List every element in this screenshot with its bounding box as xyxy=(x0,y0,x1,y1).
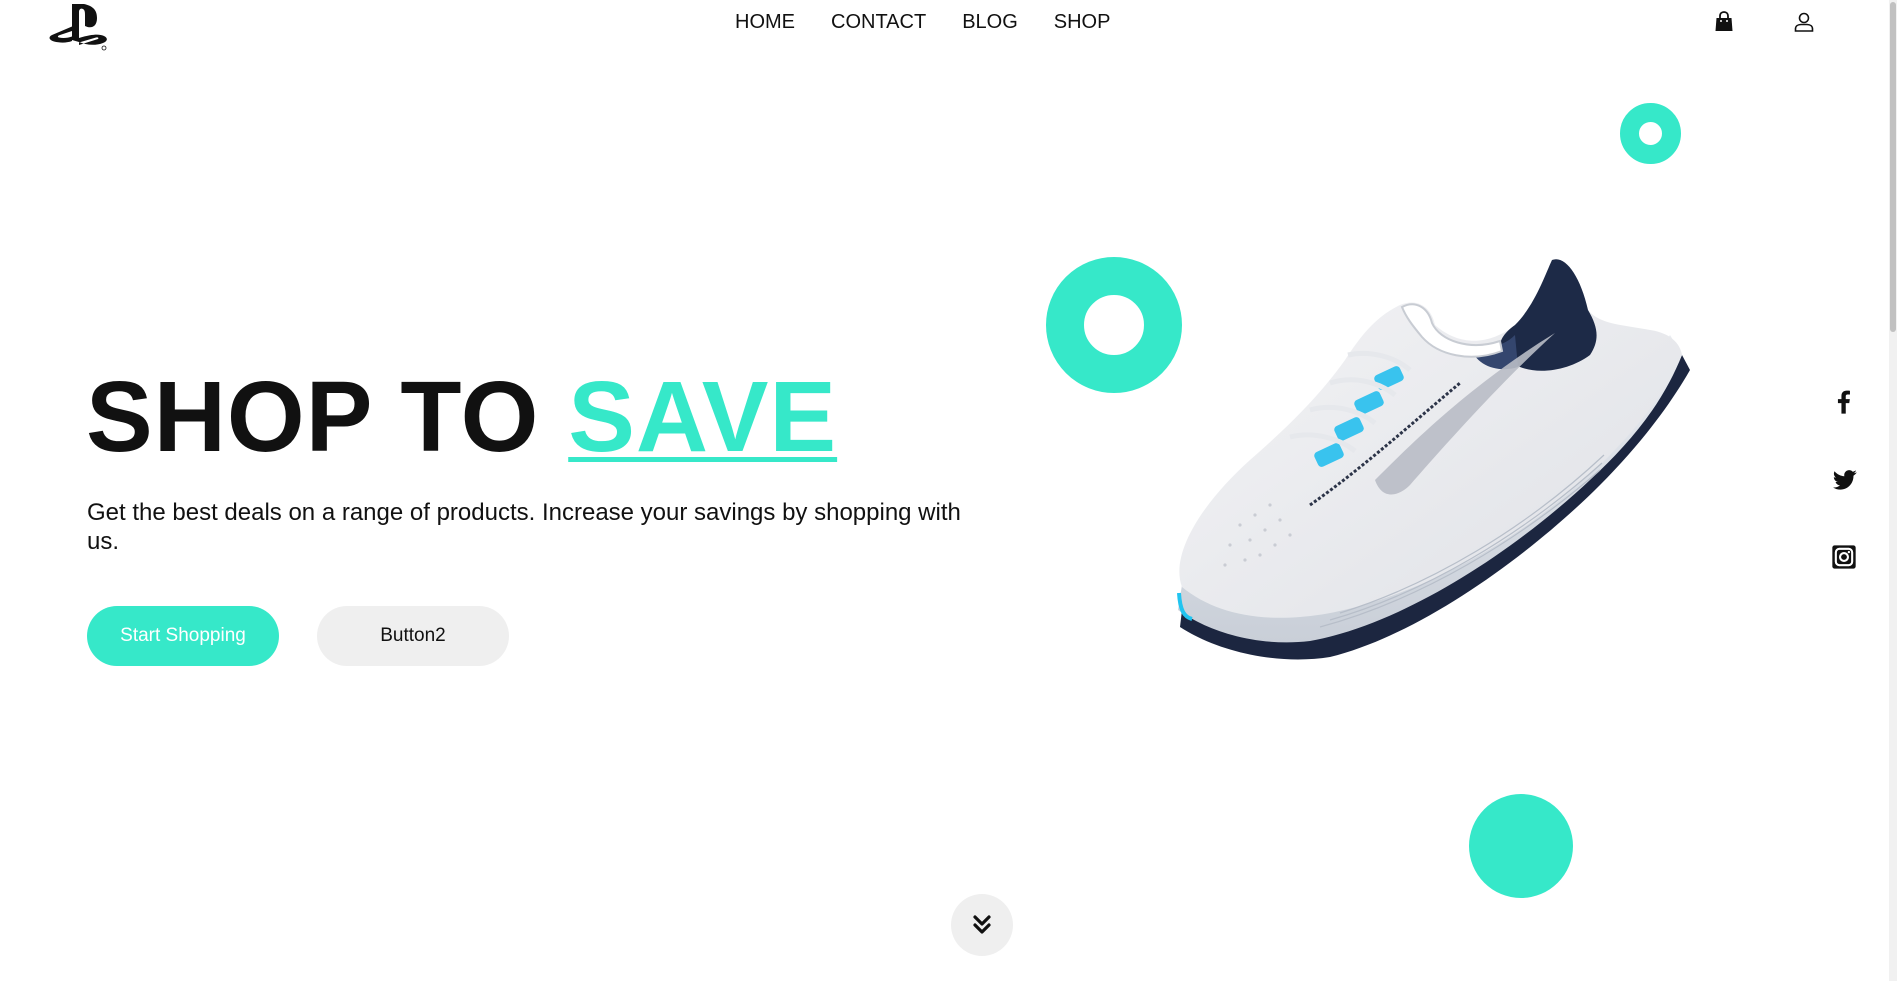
decorative-small-ring xyxy=(1620,103,1681,164)
main-nav: HOME CONTACT BLOG SHOP xyxy=(735,10,1110,34)
facebook-icon[interactable] xyxy=(1830,388,1858,416)
scroll-down-button[interactable] xyxy=(951,894,1013,956)
hero-title-accent: SAVE xyxy=(568,361,838,473)
nav-home[interactable]: HOME xyxy=(735,10,795,34)
user-icon[interactable] xyxy=(1792,10,1816,34)
hero-title-main: SHOP TO xyxy=(86,361,569,473)
shopping-bag-icon[interactable] xyxy=(1712,10,1736,34)
scrollbar-thumb[interactable] xyxy=(1890,2,1896,332)
decorative-dot xyxy=(1469,794,1573,898)
running-shoe-image xyxy=(1177,259,1690,660)
playstation-logo-icon[interactable] xyxy=(48,2,110,52)
instagram-icon[interactable] xyxy=(1830,543,1858,571)
landing-page: HOME CONTACT BLOG SHOP SHOP TO SAVE Get … xyxy=(0,0,1897,981)
twitter-icon[interactable] xyxy=(1830,466,1858,494)
secondary-button[interactable]: Button2 xyxy=(317,606,509,666)
start-shopping-button[interactable]: Start Shopping xyxy=(87,606,279,666)
nav-blog[interactable]: BLOG xyxy=(962,10,1018,34)
double-chevron-down-icon xyxy=(973,915,991,934)
hero-subtitle: Get the best deals on a range of product… xyxy=(87,499,961,555)
nav-contact[interactable]: CONTACT xyxy=(831,10,926,34)
hero-title: SHOP TO SAVE xyxy=(86,362,837,472)
decorative-large-ring xyxy=(1046,257,1182,393)
nav-shop[interactable]: SHOP xyxy=(1054,10,1111,34)
scrollbar-track[interactable] xyxy=(1889,0,1897,981)
